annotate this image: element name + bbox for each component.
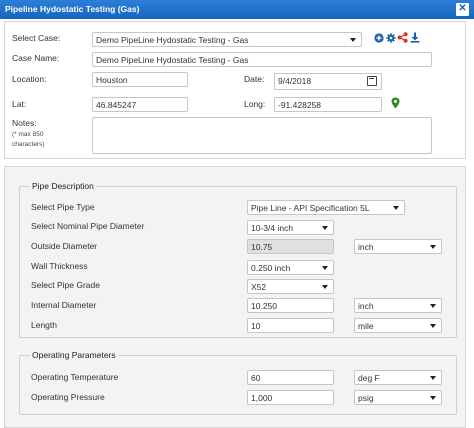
internal-diameter-unit-value: inch: [358, 301, 374, 311]
lat-input[interactable]: 46.845247: [92, 97, 188, 112]
settings-icon[interactable]: [386, 33, 396, 43]
lat-label: Lat:: [12, 99, 27, 109]
share-icon[interactable]: [397, 32, 408, 43]
case-name-input[interactable]: Demo PipeLine Hydostatic Testing - Gas: [92, 52, 432, 67]
operating-temperature-label: Operating Temperature: [31, 372, 119, 382]
operating-parameters-legend: Operating Parameters: [30, 350, 118, 360]
chevron-down-icon: [350, 38, 356, 42]
pipe-grade-label: Select Pipe Grade: [31, 280, 100, 290]
operating-temperature-unit-select[interactable]: deg F: [354, 370, 442, 385]
outside-diameter-label: Outside Diameter: [31, 241, 98, 251]
nominal-diameter-select[interactable]: 10-3/4 inch: [247, 220, 334, 235]
pipe-description-fieldset: Pipe Description Select Pipe Type Pipe L…: [19, 181, 457, 338]
length-label: Length: [31, 320, 57, 330]
outside-diameter-input: 10.75: [247, 239, 334, 254]
long-label: Long:: [244, 99, 266, 109]
map-pin-icon[interactable]: [391, 97, 400, 109]
operating-pressure-label: Operating Pressure: [31, 392, 105, 402]
operating-temperature-unit-value: deg F: [358, 373, 380, 383]
internal-diameter-label: Internal Diameter: [31, 300, 97, 310]
location-label: Location:: [12, 74, 47, 84]
outside-diameter-unit-value: inch: [358, 242, 374, 252]
chevron-down-icon: [322, 285, 328, 289]
pipe-type-value: Pipe Line - API Specification 5L: [251, 203, 370, 213]
operating-pressure-input[interactable]: 1,000: [247, 390, 334, 405]
chevron-down-icon: [430, 245, 436, 249]
download-icon[interactable]: [410, 32, 420, 43]
outside-diameter-unit-select[interactable]: inch: [354, 239, 442, 254]
operating-pressure-unit-select[interactable]: psig: [354, 390, 442, 405]
date-label: Date:: [244, 74, 265, 84]
chevron-down-icon: [430, 376, 436, 380]
wall-thickness-select[interactable]: 0.250 inch: [247, 260, 334, 275]
length-unit-select[interactable]: mile: [354, 318, 442, 333]
operating-parameters-fieldset: Operating Parameters Operating Temperatu…: [19, 350, 457, 415]
chevron-down-icon: [430, 304, 436, 308]
chevron-down-icon: [430, 396, 436, 400]
pipe-type-select[interactable]: Pipe Line - API Specification 5L: [247, 200, 405, 215]
date-value: 9/4/2018: [278, 76, 312, 86]
wall-thickness-label: Wall Thickness: [31, 261, 88, 271]
notes-hint: (* max 850 characters): [12, 131, 45, 148]
operating-pressure-unit-value: psig: [358, 393, 374, 403]
window-title: Pipeline Hydostatic Testing (Gas): [5, 4, 140, 14]
internal-diameter-input[interactable]: 10.250: [247, 298, 334, 313]
date-input[interactable]: 9/4/2018: [274, 73, 382, 90]
wall-thickness-value: 0.250 inch: [251, 263, 291, 273]
chevron-down-icon: [322, 266, 328, 270]
nominal-diameter-value: 10-3/4 inch: [251, 223, 294, 233]
nominal-diameter-label: Select Nominal Pipe Diameter: [31, 221, 145, 231]
select-case-value: Demo PipeLine Hydostatic Testing - Gas: [96, 35, 249, 45]
location-input[interactable]: Houston: [92, 72, 188, 87]
internal-diameter-unit-select[interactable]: inch: [354, 298, 442, 313]
chevron-down-icon: [430, 324, 436, 328]
case-name-label: Case Name:: [12, 53, 60, 63]
length-unit-value: mile: [358, 321, 374, 331]
long-input[interactable]: -91.428258: [274, 97, 382, 112]
case-panel: Select Case: Demo PipeLine Hydostatic Te…: [4, 21, 466, 159]
length-input[interactable]: 10: [247, 318, 334, 333]
pipe-grade-value: X52: [251, 282, 267, 292]
select-case-dropdown[interactable]: Demo PipeLine Hydostatic Testing - Gas: [92, 32, 362, 47]
operating-temperature-input[interactable]: 60: [247, 370, 334, 385]
window-titlebar: Pipeline Hydostatic Testing (Gas) ✕: [0, 0, 474, 19]
parameters-panel: Pipe Description Select Pipe Type Pipe L…: [4, 166, 466, 428]
pipe-type-label: Select Pipe Type: [31, 202, 95, 212]
notes-textarea[interactable]: [92, 117, 432, 154]
pipe-description-legend: Pipe Description: [30, 181, 96, 191]
chevron-down-icon: [322, 226, 328, 230]
calendar-icon[interactable]: [367, 76, 377, 86]
chevron-down-icon: [393, 206, 399, 210]
select-case-label: Select Case:: [12, 33, 61, 43]
notes-label: Notes:: [12, 118, 37, 128]
add-icon[interactable]: [374, 33, 384, 43]
close-icon[interactable]: ✕: [456, 3, 469, 16]
pipe-grade-select[interactable]: X52: [247, 279, 334, 294]
